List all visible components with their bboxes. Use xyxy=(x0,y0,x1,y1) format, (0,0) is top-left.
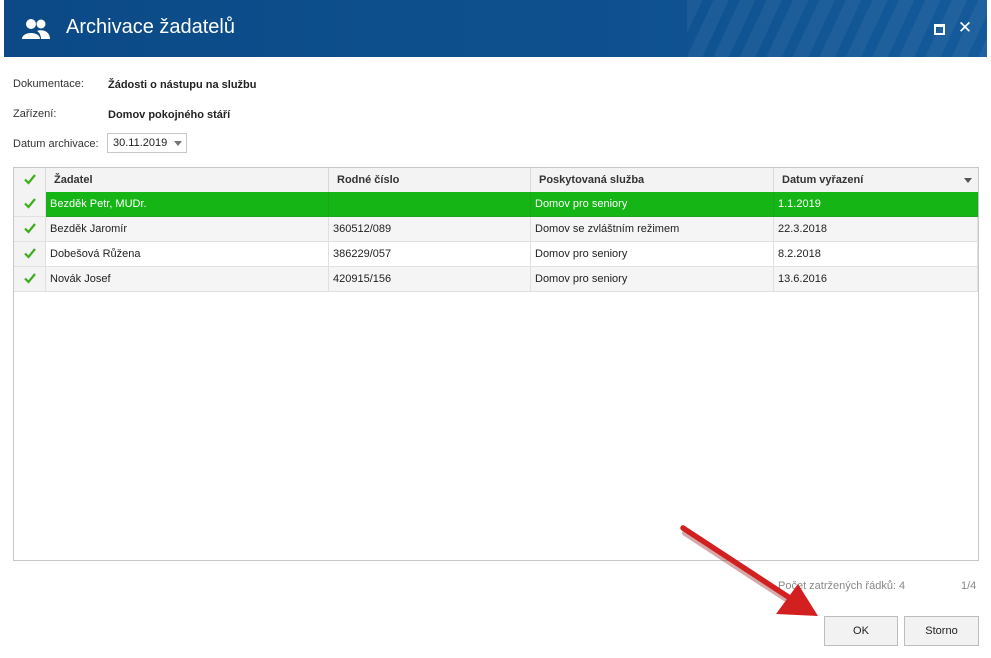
chevron-down-icon[interactable] xyxy=(174,141,182,146)
documentation-label: Dokumentace: xyxy=(13,78,84,90)
archive-date-dropdown[interactable]: 30.11.2019 xyxy=(107,133,187,153)
cell-birth-number: 360512/089 xyxy=(329,217,531,242)
users-icon xyxy=(22,19,50,39)
check-icon xyxy=(23,248,36,259)
cell-service: Domov se zvláštním režimem xyxy=(531,217,774,242)
maximize-icon xyxy=(934,24,945,35)
close-button[interactable]: ✕ xyxy=(955,18,975,38)
applicants-grid: Žadatel Rodné číslo Poskytovaná služba D… xyxy=(13,167,979,561)
window-title: Archivace žadatelů xyxy=(66,16,235,38)
check-icon xyxy=(23,223,36,234)
facility-value: Domov pokojného stáří xyxy=(108,109,231,121)
table-row[interactable]: Bezděk Jaromír 360512/089 Domov se zvláš… xyxy=(14,217,978,242)
cancel-button[interactable]: Storno xyxy=(904,616,979,646)
column-header-birth-number[interactable]: Rodné číslo xyxy=(329,168,531,192)
cell-service: Domov pro seniory xyxy=(531,267,774,292)
cell-service: Domov pro seniory xyxy=(531,242,774,267)
cell-applicant: Bezděk Petr, MUDr. xyxy=(46,192,329,217)
archive-date-label: Datum archivace: xyxy=(13,138,99,150)
table-row[interactable]: Dobešová Růžena 386229/057 Domov pro sen… xyxy=(14,242,978,267)
table-row[interactable]: Novák Josef 420915/156 Domov pro seniory… xyxy=(14,267,978,292)
ok-button[interactable]: OK xyxy=(824,616,898,646)
row-checkbox[interactable] xyxy=(14,242,46,267)
cell-applicant: Novák Josef xyxy=(46,267,329,292)
page-indicator: 1/4 xyxy=(961,580,977,592)
close-icon: ✕ xyxy=(957,18,973,37)
cell-birth-number: 386229/057 xyxy=(329,242,531,267)
row-checkbox[interactable] xyxy=(14,192,46,217)
maximize-button[interactable] xyxy=(929,18,949,38)
row-checkbox[interactable] xyxy=(14,267,46,292)
facility-label: Zařízení: xyxy=(13,108,57,120)
cell-discharge-date: 22.3.2018 xyxy=(774,217,978,242)
cell-birth-number: 420915/156 xyxy=(329,267,531,292)
checked-rows-count: Počet zatržených řádků: 4 xyxy=(778,580,906,592)
documentation-value: Žádosti o nástupu na službu xyxy=(108,79,257,91)
cell-discharge-date: 8.2.2018 xyxy=(774,242,978,267)
grid-header: Žadatel Rodné číslo Poskytovaná služba D… xyxy=(14,168,978,193)
title-bar: Archivace žadatelů ✕ xyxy=(4,0,987,57)
cell-discharge-date: 1.1.2019 xyxy=(774,192,978,217)
column-header-discharge-date[interactable]: Datum vyřazení xyxy=(774,168,978,192)
cell-applicant: Dobešová Růžena xyxy=(46,242,329,267)
column-header-discharge-date-label: Datum vyřazení xyxy=(782,174,864,186)
column-header-applicant[interactable]: Žadatel xyxy=(46,168,329,192)
check-icon xyxy=(23,174,36,185)
column-header-service[interactable]: Poskytovaná služba xyxy=(531,168,774,192)
archive-date-value: 30.11.2019 xyxy=(113,137,168,149)
cell-service: Domov pro seniory xyxy=(531,192,774,217)
check-icon xyxy=(23,198,36,209)
cell-birth-number xyxy=(329,192,531,217)
check-icon xyxy=(23,273,36,284)
cell-applicant: Bezděk Jaromír xyxy=(46,217,329,242)
select-all-header[interactable] xyxy=(14,168,46,192)
table-row[interactable]: Bezděk Petr, MUDr. Domov pro seniory 1.1… xyxy=(14,192,978,217)
row-checkbox[interactable] xyxy=(14,217,46,242)
cell-discharge-date: 13.6.2016 xyxy=(774,267,978,292)
sort-descending-icon[interactable] xyxy=(964,178,972,183)
